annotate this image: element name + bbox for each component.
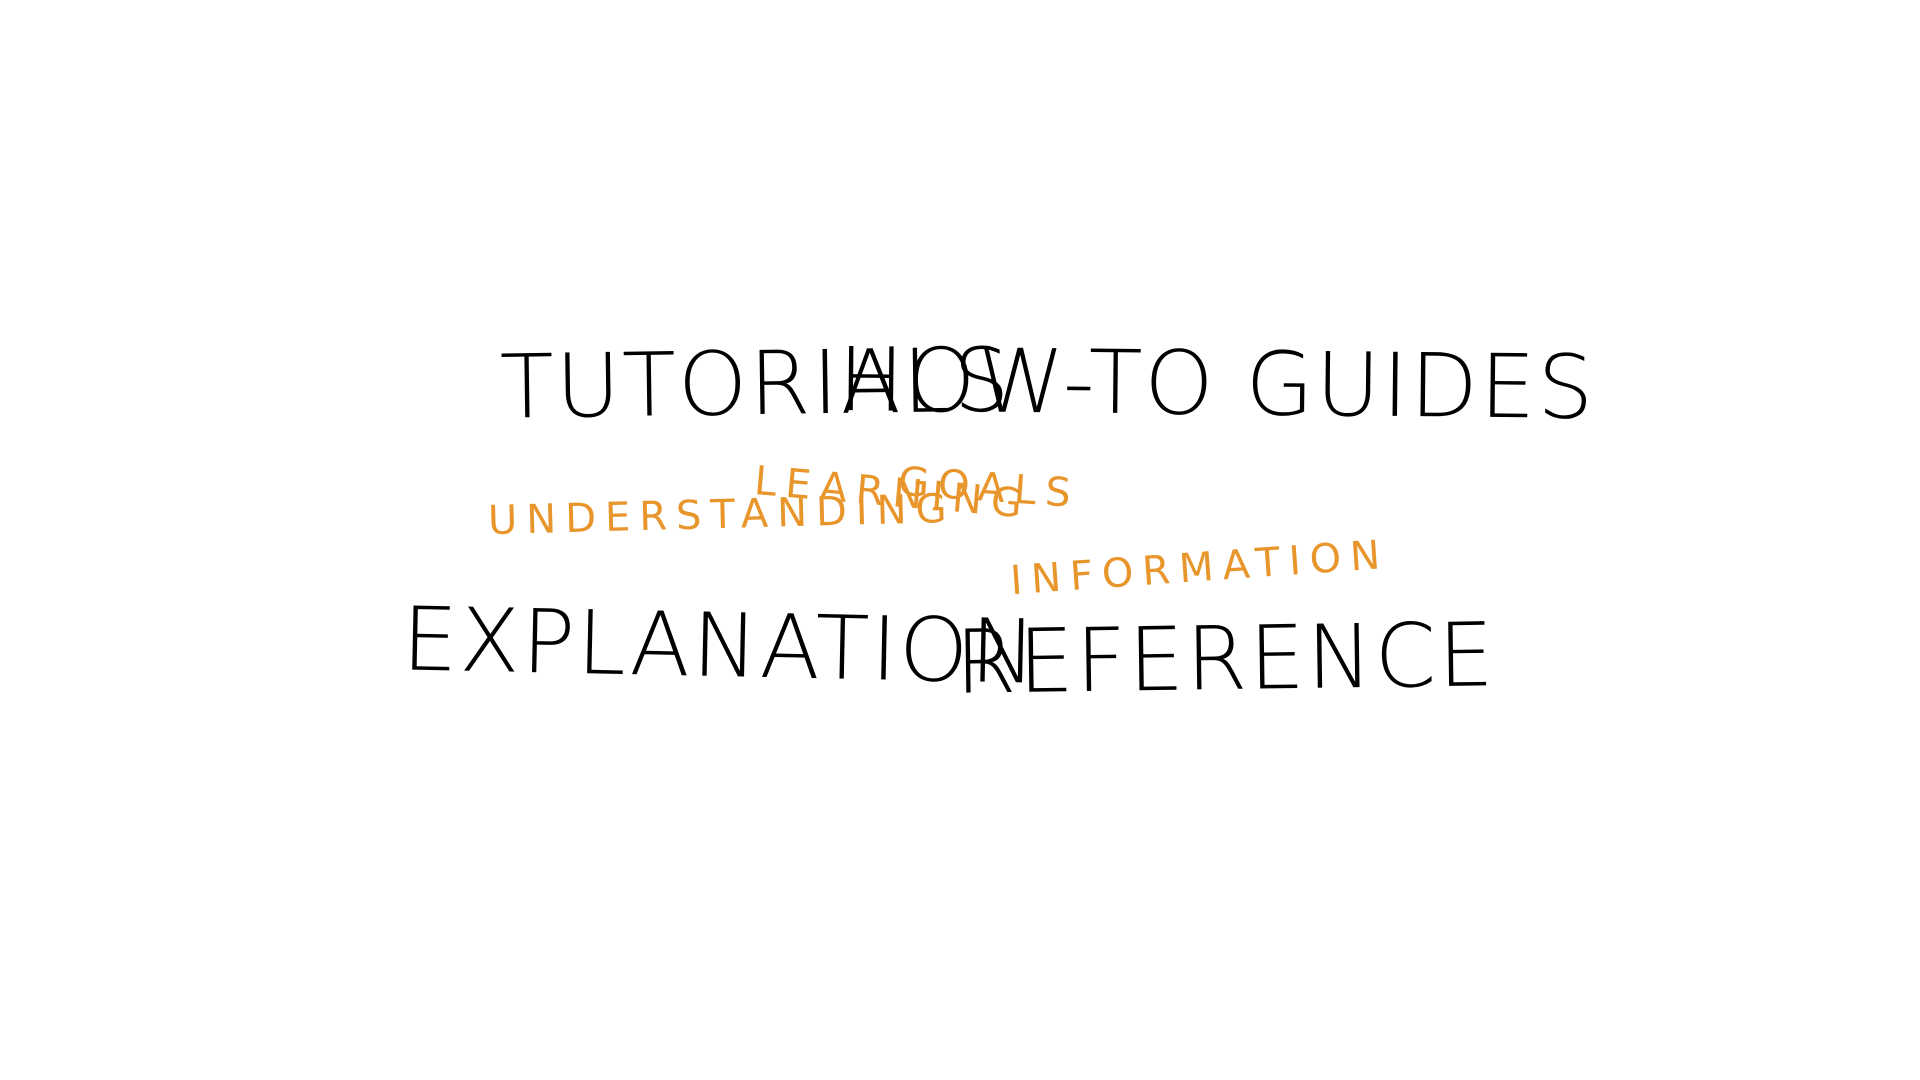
explanation-label: EXPLANATION: [401, 587, 1040, 704]
understanding-axis-label: UNDERSTANDING: [487, 485, 957, 545]
how-to-guides-label: HOW-TO GUIDES: [837, 328, 1596, 439]
diagram-canvas: TUTORIALS HOW-TO GUIDES EXPLANATION REFE…: [0, 0, 1920, 1080]
information-axis-label: INFORMATION: [1008, 531, 1391, 605]
reference-label: REFERENCE: [954, 603, 1497, 714]
